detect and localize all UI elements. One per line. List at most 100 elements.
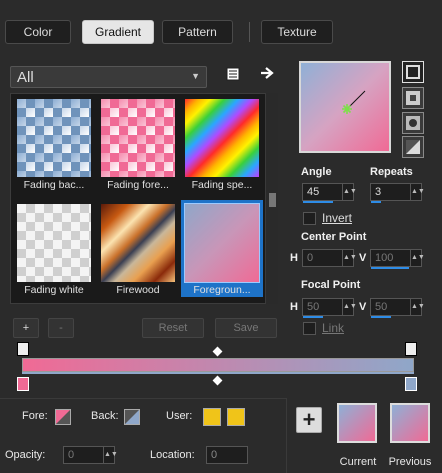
preset-filter-dropdown[interactable]: All ▼ — [10, 66, 207, 88]
swatch-image — [101, 99, 175, 177]
swatch-image — [17, 204, 91, 282]
user-color-swatch-1[interactable] — [203, 408, 221, 426]
swatch-image — [184, 203, 260, 283]
sunburst-style-button[interactable] — [402, 112, 424, 134]
invert-checkbox[interactable] — [303, 212, 316, 225]
gradient-preview[interactable] — [299, 61, 391, 153]
focal-v-value: 50 — [375, 301, 388, 313]
swatch-label: Fading fore... — [107, 179, 169, 191]
center-v-value: 100 — [375, 252, 394, 264]
current-label: Current — [339, 456, 377, 468]
arrow-right-icon[interactable] — [258, 66, 276, 84]
focal-h-value: 50 — [307, 301, 320, 313]
center-h-value: 0 — [307, 252, 314, 264]
tab-pattern[interactable]: Pattern — [162, 20, 233, 44]
fore-color-swatch[interactable] — [55, 409, 71, 425]
scrollbar-thumb[interactable] — [269, 193, 276, 207]
preset-filter-value: All — [17, 69, 34, 86]
center-v-label: V — [359, 252, 367, 264]
focal-v-slider[interactable] — [371, 316, 391, 318]
tab-texture[interactable]: Texture — [261, 20, 333, 44]
gradient-bar-edge — [22, 372, 414, 374]
color-midpoint-marker[interactable] — [212, 375, 223, 386]
focal-v-label: V — [359, 301, 367, 313]
tab-bar: Color Gradient Pattern Texture — [0, 20, 442, 44]
swatch-image — [17, 99, 91, 177]
current-gradient-swatch[interactable] — [337, 403, 377, 443]
opacity-spinner[interactable]: 0 ▲▼ — [63, 446, 118, 464]
spinner-arrows-icon[interactable]: ▲▼ — [342, 184, 357, 200]
previous-label: Previous — [388, 456, 432, 468]
location-spinner[interactable]: 0 — [206, 446, 248, 464]
color-stop-right[interactable] — [405, 377, 417, 391]
reset-button[interactable]: Reset — [142, 318, 204, 338]
angle-value: 45 — [307, 186, 320, 198]
swatch-label: Fading white — [24, 284, 84, 296]
center-h-spinner[interactable]: 0 ▲▼ — [302, 249, 357, 267]
swatch-foreground-background[interactable]: Foregroun... — [181, 200, 263, 297]
preset-list-icon[interactable] — [224, 67, 242, 85]
user-label: User: — [166, 410, 193, 422]
swatch-label: Firewood — [116, 284, 160, 296]
swatch-image — [185, 99, 259, 177]
angle-label: Angle — [301, 166, 332, 178]
tab-gradient[interactable]: Gradient — [82, 20, 154, 44]
swatch-label: Foregroun... — [193, 284, 251, 296]
swatch-fading-foreground[interactable]: Fading fore... — [97, 95, 179, 192]
swatch-fading-spectrum[interactable]: Fading spe... — [181, 95, 263, 192]
color-stop-left[interactable] — [17, 377, 29, 391]
swatch-label: Fading spe... — [191, 179, 253, 191]
remove-stop-button[interactable]: - — [48, 318, 74, 338]
location-label: Location: — [150, 449, 195, 461]
invert-label: Invert — [322, 211, 353, 225]
tab-divider — [249, 22, 250, 42]
chevron-down-icon: ▼ — [191, 71, 200, 81]
swatch-image — [101, 204, 175, 282]
repeats-spinner[interactable]: 3 ▲▼ — [370, 183, 425, 203]
focal-point-label: Focal Point — [301, 279, 361, 291]
rectangular-style-button[interactable] — [402, 87, 424, 109]
opacity-stop-left[interactable] — [17, 342, 29, 356]
center-h-label: H — [290, 252, 298, 264]
radial-style-button[interactable] — [402, 136, 424, 158]
previous-gradient-swatch[interactable] — [390, 403, 430, 443]
save-button[interactable]: Save — [215, 318, 277, 338]
opacity-value: 0 — [68, 449, 75, 461]
opacity-midpoint-marker[interactable] — [212, 346, 223, 357]
repeats-slider[interactable] — [371, 201, 381, 203]
spinner-arrows-icon[interactable]: ▲▼ — [410, 299, 425, 315]
angle-slider[interactable] — [303, 201, 333, 203]
link-checkbox[interactable] — [303, 322, 316, 335]
back-label: Back: — [91, 410, 119, 422]
link-label: Link — [322, 321, 345, 335]
angle-spinner[interactable]: 45 ▲▼ — [302, 183, 357, 203]
gradient-swatch-grid: Fading bac... Fading fore... Fading spe.… — [10, 93, 278, 304]
focal-v-spinner[interactable]: 50 ▲▼ — [370, 298, 425, 318]
swatch-label: Fading bac... — [23, 179, 85, 191]
center-v-spinner[interactable]: 100 ▲▼ — [370, 249, 425, 269]
add-to-swatches-button[interactable]: + — [296, 407, 322, 433]
spinner-arrows-icon[interactable]: ▲▼ — [410, 250, 425, 266]
user-color-swatch-2[interactable] — [227, 408, 245, 426]
opacity-stop-right[interactable] — [405, 342, 417, 356]
fore-label: Fore: — [22, 410, 48, 422]
focal-h-slider[interactable] — [303, 316, 323, 318]
focal-h-label: H — [290, 301, 298, 313]
spinner-arrows-icon[interactable]: ▲▼ — [342, 250, 357, 266]
add-stop-button[interactable]: + — [13, 318, 39, 338]
back-color-swatch[interactable] — [124, 409, 140, 425]
swatch-fading-background[interactable]: Fading bac... — [13, 95, 95, 192]
spinner-arrows-icon[interactable]: ▲▼ — [103, 447, 118, 463]
tab-color[interactable]: Color — [5, 20, 71, 44]
spinner-arrows-icon[interactable]: ▲▼ — [342, 299, 357, 315]
location-value: 0 — [211, 449, 218, 461]
swatch-fading-white[interactable]: Fading white — [13, 200, 95, 297]
center-point-label: Center Point — [301, 231, 367, 243]
linear-style-button[interactable] — [402, 61, 424, 83]
swatch-firewood[interactable]: Firewood — [97, 200, 179, 297]
focal-h-spinner[interactable]: 50 ▲▼ — [302, 298, 357, 318]
center-v-slider[interactable] — [371, 267, 409, 269]
swatch-scrollbar[interactable] — [265, 93, 278, 304]
spinner-arrows-icon[interactable]: ▲▼ — [410, 184, 425, 200]
gradient-preview-bar[interactable] — [22, 358, 414, 372]
